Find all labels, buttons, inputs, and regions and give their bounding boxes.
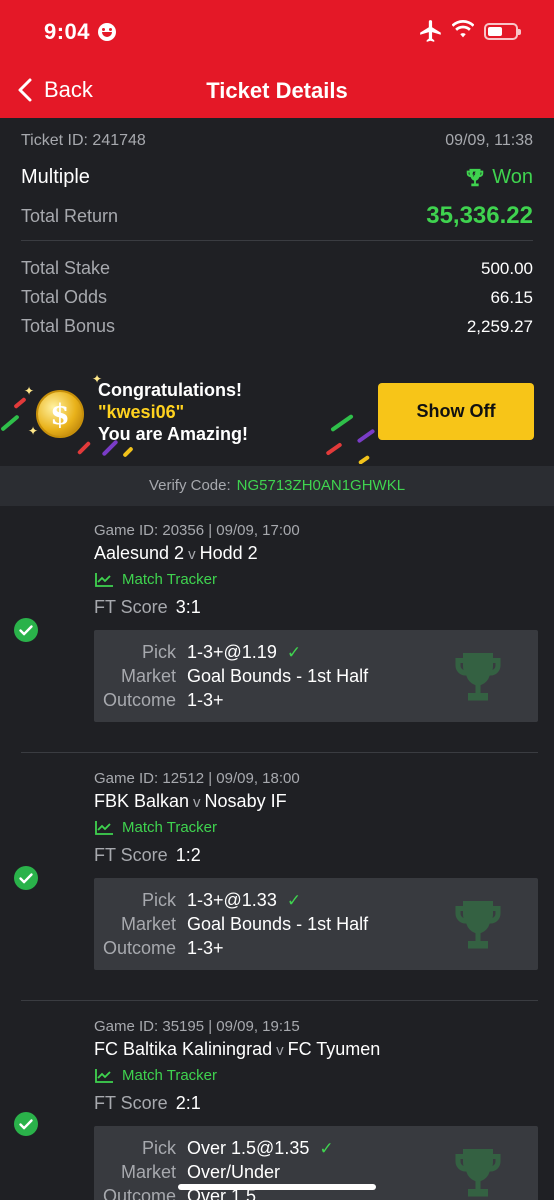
divider: [21, 752, 538, 753]
confetti: [76, 440, 92, 456]
ticket-date: 09/09, 11:38: [445, 132, 533, 149]
verify-code[interactable]: NG5713ZH0AN1GHWKL: [237, 477, 405, 494]
wifi-icon: [452, 20, 474, 38]
outcome-row: Outcome 1-3+: [102, 690, 224, 710]
congrats-title: Congratulations!: [98, 380, 242, 400]
battery-icon: [484, 23, 521, 40]
confetti: [122, 446, 134, 458]
page-title: Ticket Details: [206, 78, 348, 103]
checkmark-icon: ✓: [286, 642, 302, 662]
status-text: Won: [492, 166, 533, 188]
congrats-username: "kwesi06": [98, 402, 185, 422]
game-card: Game ID: 20356 | 09/09, 17:00 Aalesund 2…: [0, 506, 554, 754]
away-team: Hodd 2: [199, 543, 258, 563]
congrats-message: You are Amazing!: [98, 424, 249, 444]
show-off-button[interactable]: Show Off: [378, 383, 534, 440]
ft-score: FT Score 2:1: [94, 1093, 201, 1113]
confetti: [330, 413, 354, 433]
match-tracker-link[interactable]: Match Tracker: [94, 571, 217, 588]
pick-details: Pick 1-3+@1.19 ✓ Market Goal Bounds - 1st H…: [94, 630, 538, 722]
game-meta: Game ID: 20356 | 09/09, 17:00: [94, 522, 300, 539]
confetti: [356, 428, 376, 444]
status-badge: Won: [464, 166, 533, 189]
home-team: FC Baltika Kaliningrad: [94, 1039, 273, 1059]
airplane-icon: [420, 20, 441, 42]
status-time: 9:04: [44, 19, 91, 44]
divider: [21, 240, 533, 241]
status-bar: 9:04: [0, 14, 554, 50]
total-bonus-value: 2,259.27: [466, 316, 533, 336]
checkmark-icon: ✓: [286, 890, 302, 910]
confetti: [13, 396, 27, 410]
trophy-icon: [466, 168, 484, 186]
check-circle-icon: [14, 1112, 38, 1136]
game-teams: FBK Balkan v Nosaby IF: [94, 791, 287, 812]
bet-type: Multiple: [21, 166, 90, 188]
confetti: [357, 454, 371, 464]
total-return-row: Total Return 35,336.22: [21, 202, 533, 230]
game-card: Game ID: 35195 | 09/09, 19:15 FC Baltika…: [0, 1002, 554, 1200]
check-circle-icon: [14, 866, 38, 890]
vs-label: v: [276, 1042, 284, 1059]
total-bonus-row: Total Bonus 2,259.27: [21, 316, 533, 337]
market-row: Market Over/Under: [120, 1162, 281, 1182]
focus-face-icon: [98, 23, 116, 41]
ft-score: FT Score 1:2: [94, 845, 201, 865]
app-header: 9:04 Back Ticket Details: [0, 0, 554, 118]
total-bonus-label: Total Bonus: [21, 316, 116, 336]
total-stake-row: Total Stake 500.00: [21, 258, 533, 279]
pick-row: Pick Over 1.5@1.35 ✓: [141, 1138, 334, 1158]
check-circle-icon: [14, 618, 38, 642]
market-row: Market Goal Bounds - 1st Half: [120, 666, 369, 686]
game-card: Game ID: 12512 | 09/09, 18:00 FBK Balkan…: [0, 754, 554, 1002]
outcome-row: Outcome 1-3+: [102, 938, 224, 958]
chart-line-icon: [95, 572, 113, 587]
chart-line-icon: [95, 1068, 113, 1083]
home-team: Aalesund 2: [94, 543, 185, 563]
game-meta: Game ID: 35195 | 09/09, 19:15: [94, 1018, 300, 1035]
congratulations-banner: ✦ ✦ ✦ $ Congratulations! "kwesi06" You a…: [0, 360, 554, 464]
divider: [21, 1000, 538, 1001]
vs-label: v: [188, 546, 196, 563]
total-stake-value: 500.00: [481, 258, 533, 278]
home-indicator[interactable]: [178, 1184, 376, 1190]
ft-score: FT Score 3:1: [94, 597, 201, 617]
away-team: FC Tyumen: [287, 1039, 381, 1059]
verify-label: Verify Code:: [148, 477, 231, 494]
total-return-value: 35,336.22: [426, 202, 533, 229]
total-return-label: Total Return: [21, 205, 119, 226]
confetti: [325, 442, 343, 456]
game-teams: FC Baltika Kaliningrad v FC Tyumen: [94, 1039, 380, 1060]
ticket-id: Ticket ID: 241748: [21, 132, 146, 149]
confetti: [0, 414, 20, 432]
total-odds-label: Total Odds: [21, 287, 108, 307]
verify-code-bar: Verify Code: NG5713ZH0AN1GHWKL: [0, 466, 554, 506]
pick-details: Pick 1-3+@1.33 ✓ Market Goal Bounds - 1st H…: [94, 878, 538, 970]
ticket-id-row: Ticket ID: 241748 09/09, 11:38: [21, 132, 533, 150]
coin-icon: $: [36, 390, 84, 438]
market-row: Market Goal Bounds - 1st Half: [120, 914, 369, 934]
vs-label: v: [193, 794, 201, 811]
pick-row: Pick 1-3+@1.19 ✓: [141, 642, 302, 662]
total-stake-label: Total Stake: [21, 258, 111, 278]
bet-type-row: Multiple Won: [21, 166, 533, 189]
match-tracker-link[interactable]: Match Tracker: [94, 1067, 217, 1084]
home-team: FBK Balkan: [94, 791, 190, 811]
match-tracker-link[interactable]: Match Tracker: [94, 819, 217, 836]
nav-bar: Back Ticket Details: [0, 66, 554, 112]
sparkle-icon: ✦: [24, 384, 35, 398]
pick-row: Pick 1-3+@1.33 ✓: [141, 890, 302, 910]
sparkle-icon: ✦: [28, 424, 39, 438]
chart-line-icon: [95, 820, 113, 835]
away-team: Nosaby IF: [204, 791, 287, 811]
total-odds-value: 66.15: [490, 287, 533, 307]
checkmark-icon: ✓: [319, 1138, 334, 1158]
game-teams: Aalesund 2 v Hodd 2: [94, 543, 258, 564]
total-odds-row: Total Odds 66.15: [21, 287, 533, 308]
game-meta: Game ID: 12512 | 09/09, 18:00: [94, 770, 300, 787]
